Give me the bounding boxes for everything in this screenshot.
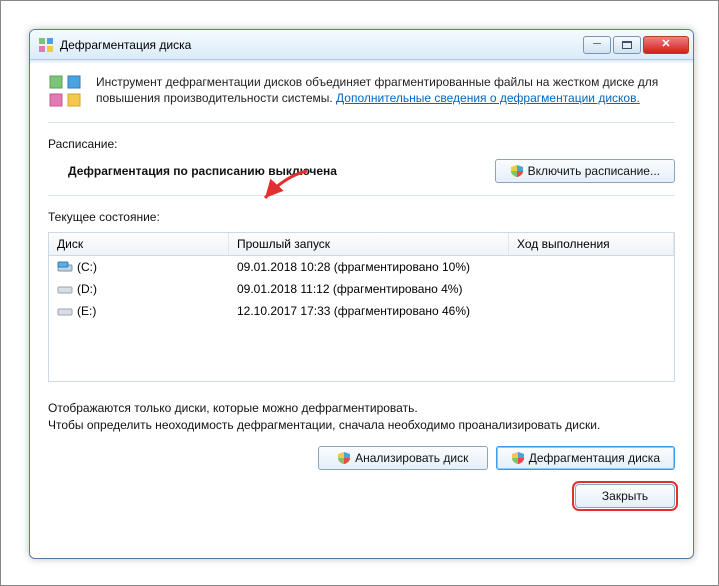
col-header-disk[interactable]: Диск <box>49 233 229 255</box>
screenshot-frame: Дефрагментация диска ─ ✕ Инструмент дефр… <box>0 0 719 586</box>
drive-d-icon <box>57 281 73 297</box>
col-header-progress[interactable]: Ход выполнения <box>509 233 674 255</box>
shield-icon <box>510 164 524 178</box>
note-line2: Чтобы определить неоходимость дефрагмент… <box>48 417 675 434</box>
table-row[interactable]: (D:) 09.01.2018 11:12 (фрагментировано 4… <box>49 278 674 300</box>
schedule-label: Расписание: <box>48 137 675 151</box>
shield-icon <box>511 451 525 465</box>
titlebar: Дефрагментация диска ─ ✕ <box>30 30 693 60</box>
last-run: 12.10.2017 17:33 (фрагментировано 46%) <box>237 304 470 318</box>
disk-name: (D:) <box>77 282 97 296</box>
maximize-button[interactable] <box>613 36 641 54</box>
close-button[interactable]: ✕ <box>643 36 689 54</box>
current-state-label: Текущее состояние: <box>48 210 675 224</box>
defrag-large-icon <box>48 74 84 110</box>
disk-name: (E:) <box>77 304 96 318</box>
disk-name: (C:) <box>77 260 97 274</box>
note-line1: Отображаются только диски, которые можно… <box>48 400 675 417</box>
schedule-row: Дефрагментация по расписанию выключена В… <box>48 159 675 196</box>
last-run: 09.01.2018 11:12 (фрагментировано 4%) <box>237 282 462 296</box>
intro-section: Инструмент дефрагментации дисков объедин… <box>48 74 675 123</box>
client-area: Инструмент дефрагментации дисков объедин… <box>30 60 693 522</box>
enable-schedule-button[interactable]: Включить расписание... <box>495 159 675 183</box>
minimize-button[interactable]: ─ <box>583 36 611 54</box>
table-body: (C:) 09.01.2018 10:28 (фрагментировано 1… <box>49 256 674 322</box>
defragment-button[interactable]: Дефрагментация диска <box>496 446 675 470</box>
close-dialog-button[interactable]: Закрыть <box>575 484 675 508</box>
footer: Закрыть <box>48 484 675 508</box>
last-run: 09.01.2018 10:28 (фрагментировано 10%) <box>237 260 470 274</box>
intro-text: Инструмент дефрагментации дисков объедин… <box>96 74 675 110</box>
window-title: Дефрагментация диска <box>60 38 583 52</box>
close-label: Закрыть <box>602 489 648 503</box>
col-header-lastrun[interactable]: Прошлый запуск <box>229 233 509 255</box>
defrag-app-icon <box>38 37 54 53</box>
action-buttons: Анализировать диск Дефрагментация диска <box>48 446 675 470</box>
table-row[interactable]: (C:) 09.01.2018 10:28 (фрагментировано 1… <box>49 256 674 278</box>
analyze-button[interactable]: Анализировать диск <box>318 446 488 470</box>
window-controls: ─ ✕ <box>583 36 689 54</box>
drive-e-icon <box>57 303 73 319</box>
schedule-status: Дефрагментация по расписанию выключена <box>68 164 337 178</box>
help-link[interactable]: Дополнительные сведения о дефрагментации… <box>336 91 640 105</box>
analyze-label: Анализировать диск <box>355 451 468 465</box>
shield-icon <box>337 451 351 465</box>
disks-table: Диск Прошлый запуск Ход выполнения (C:) … <box>48 232 675 382</box>
table-row[interactable]: (E:) 12.10.2017 17:33 (фрагментировано 4… <box>49 300 674 322</box>
defrag-window: Дефрагментация диска ─ ✕ Инструмент дефр… <box>29 29 694 559</box>
enable-schedule-label: Включить расписание... <box>528 164 660 178</box>
table-header: Диск Прошлый запуск Ход выполнения <box>49 233 674 256</box>
note-text: Отображаются только диски, которые можно… <box>48 400 675 434</box>
defragment-label: Дефрагментация диска <box>529 451 660 465</box>
drive-c-icon <box>57 259 73 275</box>
